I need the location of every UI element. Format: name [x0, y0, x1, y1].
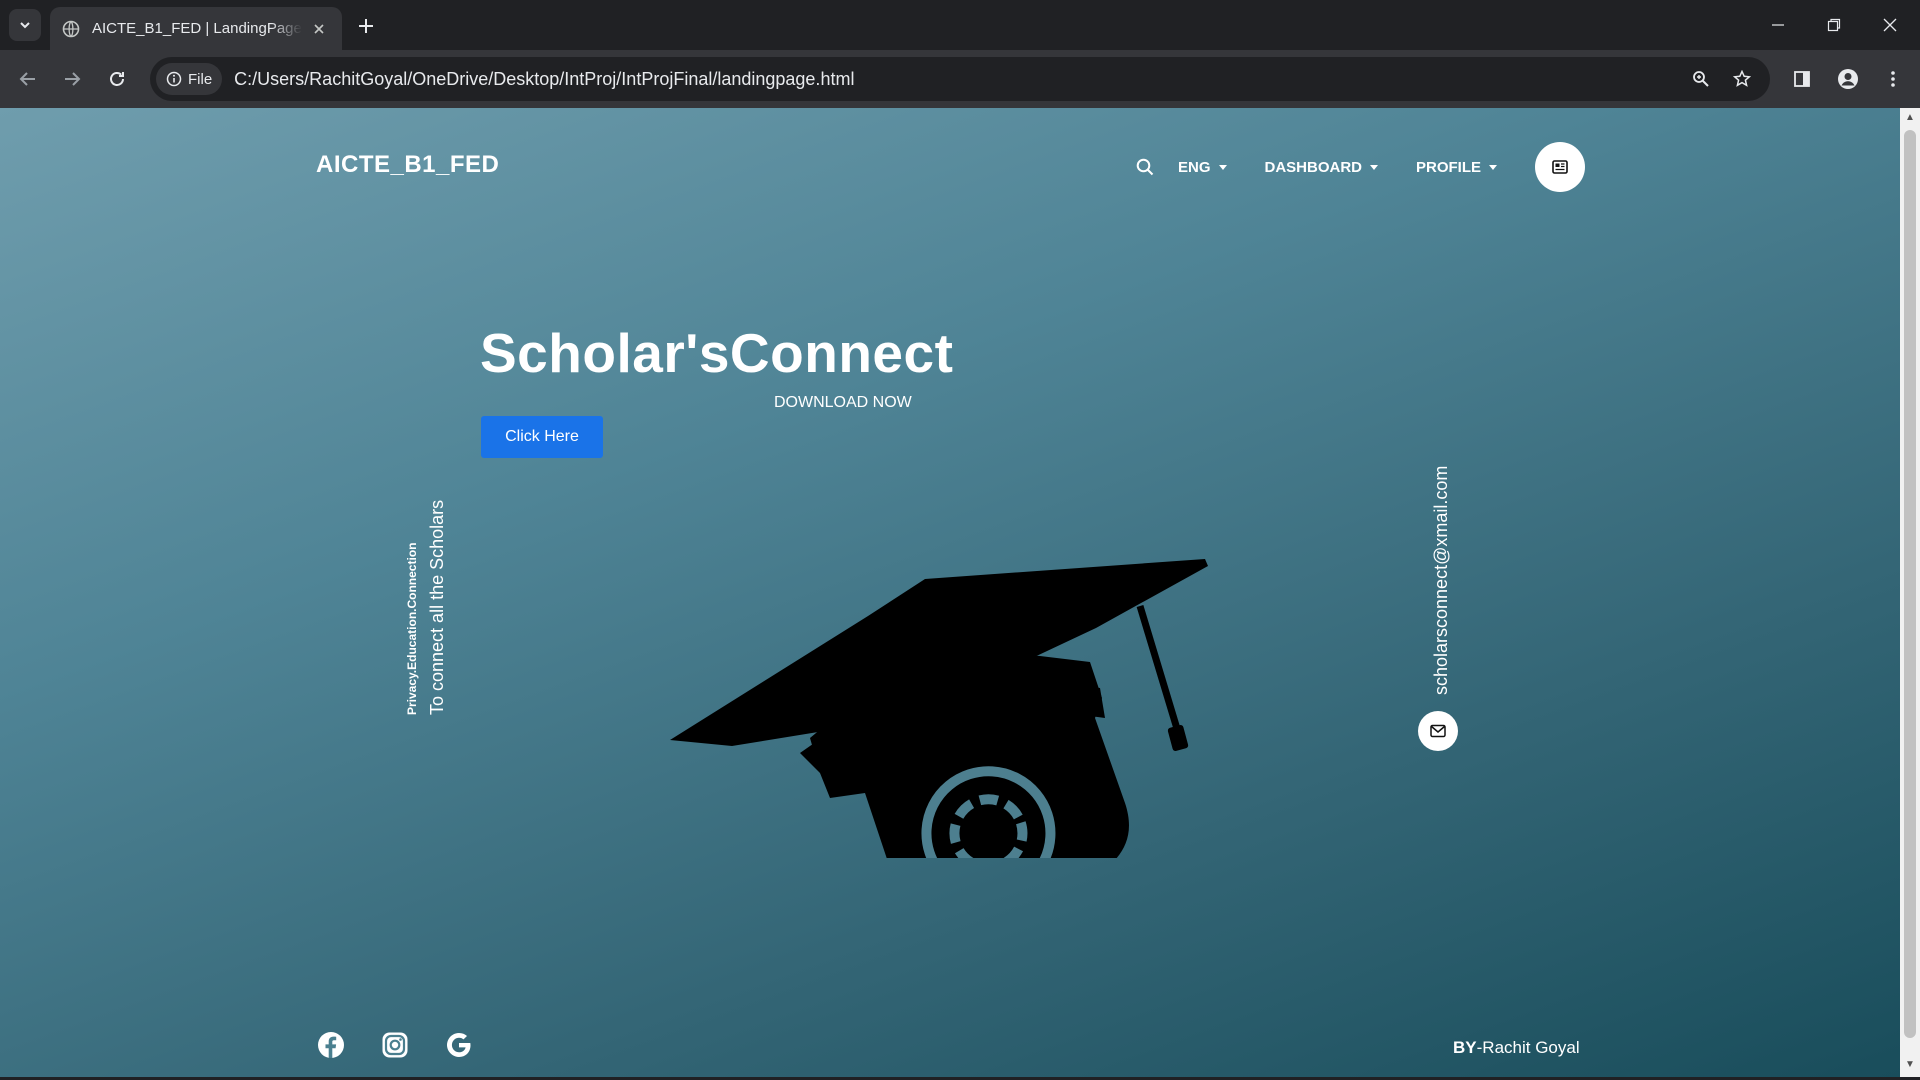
nav-language-dropdown[interactable]: ENG [1178, 159, 1227, 176]
back-arrow-icon[interactable] [12, 63, 44, 95]
caret-down-icon [1489, 164, 1498, 170]
browser-toolbar: File C:/Users/RachitGoyal/OneDrive/Deskt… [0, 50, 1920, 108]
scrollbar-thumb[interactable] [1904, 130, 1916, 1038]
nav-language-label: ENG [1178, 158, 1211, 176]
hero-title: Scholar'sConnect [480, 322, 954, 384]
reload-icon[interactable] [101, 63, 133, 95]
new-tab-button[interactable] [352, 12, 380, 40]
site-brand[interactable]: AICTE_B1_FED [316, 151, 499, 179]
bookmark-star-icon[interactable] [1726, 63, 1758, 95]
close-window-button[interactable] [1862, 0, 1918, 50]
news-menu-button[interactable] [1535, 142, 1585, 192]
graduation-cap-chat-logo [670, 559, 1208, 858]
tab-title: AICTE_B1_FED | LandingPagePr [92, 20, 302, 37]
caret-down-icon [1370, 164, 1379, 170]
search-icon[interactable] [1130, 152, 1160, 182]
url-text: C:/Users/RachitGoyal/OneDrive/Desktop/In… [234, 68, 855, 89]
tagline-small: Privacy.Education.Connection [405, 542, 419, 715]
scroll-up-arrow-icon[interactable]: ▲ [1904, 111, 1916, 125]
minimize-button[interactable] [1750, 0, 1806, 50]
download-now-link[interactable]: DOWNLOAD NOW [774, 394, 912, 412]
side-panel-icon[interactable] [1786, 63, 1818, 95]
envelope-icon [1430, 724, 1446, 738]
globe-icon [62, 20, 80, 38]
zoom-icon[interactable] [1685, 63, 1717, 95]
kebab-menu-icon[interactable] [1877, 63, 1909, 95]
facebook-icon[interactable] [316, 1030, 346, 1060]
scroll-down-arrow-icon[interactable]: ▼ [1904, 1058, 1916, 1072]
byline-name: -Rachit Goyal [1476, 1038, 1580, 1057]
caret-down-icon [1218, 164, 1227, 170]
instagram-icon[interactable] [380, 1030, 410, 1060]
contact-email[interactable]: scholarsconnect@xmail.com [1431, 466, 1452, 695]
scheme-label: File [188, 70, 213, 88]
click-here-button[interactable]: Click Here [481, 416, 603, 458]
tab-close-icon[interactable] [308, 18, 330, 40]
landing-page: AICTE_B1_FED ENG DASHBOARD PROFILE Schol… [0, 108, 1900, 1077]
page-scrollbar[interactable]: ▲ ▼ [1900, 108, 1920, 1077]
browser-tabstrip: AICTE_B1_FED | LandingPagePr [0, 0, 1920, 50]
profile-avatar-icon[interactable] [1832, 63, 1864, 95]
nav-profile-label: PROFILE [1416, 158, 1482, 176]
nav-dashboard-label: DASHBOARD [1264, 158, 1363, 176]
tab-search-chevron-icon[interactable] [9, 9, 41, 41]
tagline-large: To connect all the Scholars [427, 499, 447, 715]
address-bar[interactable]: File C:/Users/RachitGoyal/OneDrive/Deskt… [150, 57, 1770, 101]
mail-button[interactable] [1418, 711, 1458, 751]
plus-icon [359, 19, 373, 33]
forward-arrow-icon[interactable] [56, 63, 88, 95]
author-byline: BY-Rachit Goyal [1453, 1038, 1580, 1058]
google-icon[interactable] [444, 1030, 474, 1060]
browser-tab-active[interactable]: AICTE_B1_FED | LandingPagePr [50, 7, 342, 50]
newspaper-icon [1552, 160, 1568, 174]
nav-profile-dropdown[interactable]: PROFILE [1416, 158, 1498, 176]
top-nav: ENG DASHBOARD PROFILE [1130, 142, 1535, 192]
restore-button[interactable] [1806, 0, 1862, 50]
byline-prefix: BY [1453, 1038, 1477, 1057]
info-icon [166, 71, 182, 87]
site-info-chip[interactable]: File [156, 63, 223, 95]
nav-dashboard-dropdown[interactable]: DASHBOARD [1265, 159, 1379, 176]
